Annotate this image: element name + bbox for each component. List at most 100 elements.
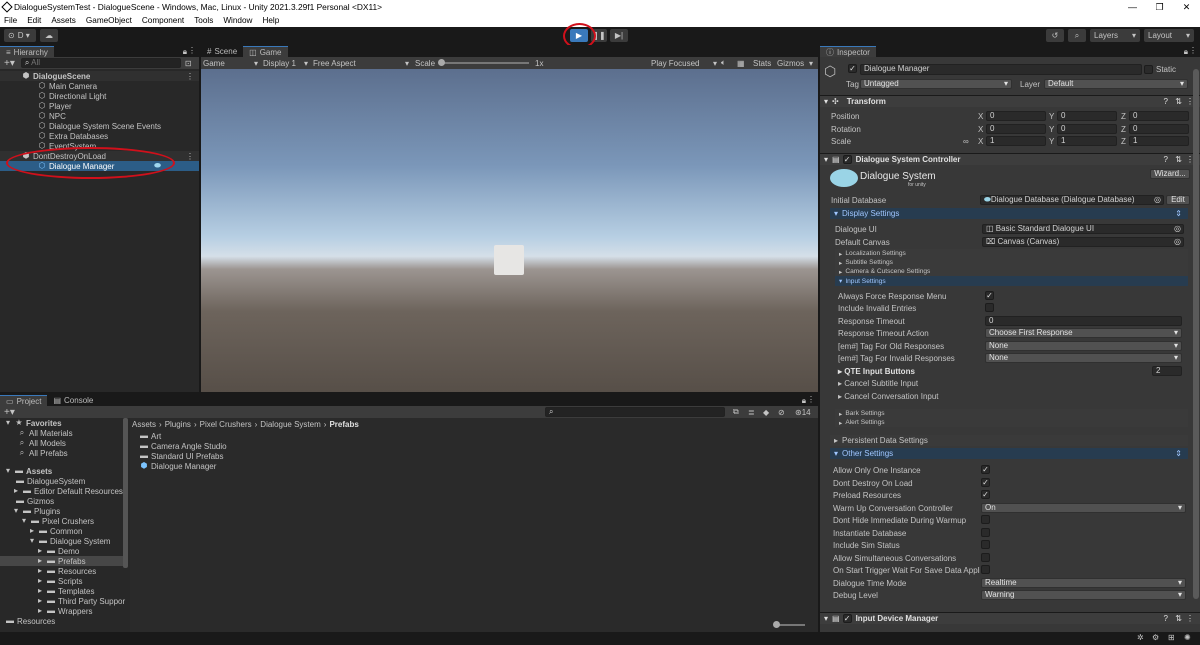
tree-common[interactable]: ▸ ▬ Common <box>0 526 128 536</box>
dsc-header[interactable]: ▾ ▤ ✓ Dialogue System Controller ? ⇅ ⋮ <box>820 153 1200 165</box>
tree-gizmos[interactable]: ▬ Gizmos <box>0 496 128 506</box>
gizmo-icon[interactable]: ⚙ <box>1152 633 1159 642</box>
tree-all-models[interactable]: ⌕ All Models <box>0 438 128 448</box>
on-start-checkbox[interactable] <box>981 565 990 574</box>
allow-sim-checkbox[interactable] <box>981 553 990 562</box>
hierarchy-search-input[interactable]: ⌕ All <box>20 58 181 68</box>
menu-edit[interactable]: Edit <box>27 16 41 25</box>
kebab-menu-icon[interactable]: ⋮ <box>188 46 196 55</box>
menu-component[interactable]: Component <box>142 16 184 25</box>
gizmos-dropdown[interactable]: Gizmos ▾ <box>777 59 813 68</box>
layout-grid-icon[interactable]: ▦ <box>737 59 745 68</box>
tab-scene[interactable]: # Scene <box>201 46 243 57</box>
idm-enabled-checkbox[interactable]: ✓ <box>842 614 852 623</box>
breadcrumb-dialogue-system[interactable]: Dialogue System <box>260 420 320 429</box>
lock-icon[interactable]: 🔒︎ <box>802 396 806 406</box>
kebab-menu-icon[interactable]: ⋮ <box>186 72 194 81</box>
tree-all-prefabs[interactable]: ⌕ All Prefabs <box>0 448 128 458</box>
breadcrumb-prefabs[interactable]: Prefabs <box>329 420 358 429</box>
display-select[interactable]: Display 1 ▾ <box>263 59 308 68</box>
close-button[interactable]: ✕ <box>1173 0 1200 14</box>
menu-assets[interactable]: Assets <box>51 16 76 25</box>
display-settings-header[interactable]: ▾ Display Settings ⇕ <box>830 208 1188 219</box>
add-button[interactable]: +▾ <box>4 58 15 69</box>
kebab-menu-icon[interactable]: ⋮ <box>807 395 815 404</box>
tree-pixel-crushers[interactable]: ▾ ▬ Pixel Crushers <box>0 516 128 526</box>
tag-old-dropdown[interactable]: None ▾ <box>985 341 1182 351</box>
qte-label[interactable]: ▸ QTE Input Buttons <box>838 367 915 376</box>
file-standard-ui-prefabs[interactable]: ▬ Standard UI Prefabs <box>130 451 818 461</box>
kebab-menu-icon[interactable]: ⋮ <box>1186 614 1194 623</box>
active-checkbox[interactable]: ✓ <box>848 64 857 73</box>
stats-button[interactable]: Stats <box>753 59 771 68</box>
target-icon[interactable]: ◎ <box>1174 238 1181 246</box>
aspect-select[interactable]: Free Aspect ▾ <box>313 59 409 68</box>
include-sim-checkbox[interactable] <box>981 540 990 549</box>
tag-dropdown[interactable]: Untagged ▾ <box>860 79 1012 89</box>
input-device-manager-header[interactable]: ▾ ▤ ✓ Input Device Manager ? ⇅ ⋮ <box>820 612 1200 624</box>
tree-item-directional-light[interactable]: ⬡ Directional Light <box>0 91 199 101</box>
tree-dialoguesystem[interactable]: ▬ DialogueSystem <box>0 476 128 486</box>
camera-settings-header[interactable]: ▸ Camera & Cutscene Settings <box>835 267 1188 276</box>
cancel-subtitle-label[interactable]: ▸ Cancel Subtitle Input <box>838 379 918 388</box>
play-focused-select[interactable]: Play Focused ▾ <box>651 59 717 68</box>
tree-assets[interactable]: ▾ ▬ Assets <box>0 466 128 476</box>
breadcrumb-pixel-crushers[interactable]: Pixel Crushers <box>200 420 252 429</box>
game-view-select[interactable]: Game ▾ <box>203 59 258 68</box>
tree-plugins[interactable]: ▾ ▬ Plugins <box>0 506 128 516</box>
default-canvas-field[interactable]: ⌧ Canvas (Canvas) ◎ <box>982 237 1184 247</box>
preset-icon[interactable]: ⇅ <box>1175 97 1182 106</box>
kebab-menu-icon[interactable]: ⋮ <box>1189 46 1197 55</box>
layout-dropdown[interactable]: Layout ▾ <box>1144 29 1194 42</box>
menu-file[interactable]: File <box>4 16 17 25</box>
reorder-icon[interactable]: ⇕ <box>1175 209 1182 218</box>
cloud-button[interactable]: ☁ <box>40 29 58 42</box>
subtitle-settings-header[interactable]: ▸ Subtitle Settings <box>835 258 1188 267</box>
reorder-icon[interactable]: ⇕ <box>1175 449 1182 458</box>
position-y-field[interactable]: 0 <box>1057 111 1117 121</box>
allow-one-checkbox[interactable]: ✓ <box>981 465 990 474</box>
breadcrumb-plugins[interactable]: Plugins <box>165 420 191 429</box>
minimize-button[interactable]: — <box>1119 0 1146 14</box>
localization-settings-header[interactable]: ▸ Localization Settings <box>835 249 1188 258</box>
tree-all-materials[interactable]: ⌕ All Materials <box>0 428 128 438</box>
edit-button[interactable]: Edit <box>1166 195 1190 205</box>
spinner-icon[interactable]: ✺ <box>1184 633 1191 642</box>
persistent-data-header[interactable]: ▸ Persistent Data Settings <box>830 435 1188 446</box>
preset-icon[interactable]: ⇅ <box>1175 155 1182 164</box>
position-z-field[interactable]: 0 <box>1129 111 1189 121</box>
tree-demo[interactable]: ▸ ▬ Demo <box>0 546 128 556</box>
scale-y-field[interactable]: 1 <box>1057 136 1117 146</box>
transform-header[interactable]: ▾ ✣ Transform ? ⇅ ⋮ <box>820 95 1200 107</box>
target-icon[interactable]: ◎ <box>1174 225 1181 233</box>
tree-editor-default-resources[interactable]: ▸ ▬ Editor Default Resources <box>0 486 128 496</box>
link-icon[interactable]: ∞ <box>963 137 969 146</box>
scrollbar[interactable] <box>123 418 128 568</box>
tree-item-player[interactable]: ⬡ Player <box>0 101 199 111</box>
tab-game[interactable]: ◫ Game <box>243 46 288 57</box>
time-mode-dropdown[interactable]: Realtime ▾ <box>981 578 1186 588</box>
initial-db-field[interactable]: ⬬Dialogue Database (Dialogue Database) ◎ <box>980 195 1164 205</box>
bark-settings-header[interactable]: ▸ Bark Settings <box>835 409 1188 418</box>
tree-third-party-support[interactable]: ▸ ▬ Third Party Suppor <box>0 596 128 606</box>
tree-item-dialoguescene[interactable]: ⬢ DialogueScene ⋮ <box>0 71 199 81</box>
visibility-icon[interactable]: ⊘ <box>778 408 785 417</box>
qte-count-field[interactable]: 2 <box>1152 366 1182 376</box>
preload-checkbox[interactable]: ✓ <box>981 490 990 499</box>
history-button[interactable]: ↺ <box>1046 29 1064 42</box>
help-icon[interactable]: ? <box>1164 614 1168 623</box>
help-icon[interactable]: ? <box>1164 155 1168 164</box>
tree-item-scene-events[interactable]: ⬡ Dialogue System Scene Events <box>0 121 199 131</box>
scale-z-field[interactable]: 1 <box>1129 136 1189 146</box>
tree-prefabs[interactable]: ▸ ▬ Prefabs <box>0 556 128 566</box>
dsc-enabled-checkbox[interactable]: ✓ <box>842 155 852 164</box>
maximize-button[interactable]: ❐ <box>1146 0 1173 14</box>
file-camera-angle-studio[interactable]: ▬ Camera Angle Studio <box>130 441 818 451</box>
tab-project[interactable]: ▭ Project <box>0 395 48 406</box>
tree-item-main-camera[interactable]: ⬡ Main Camera <box>0 81 199 91</box>
position-x-field[interactable]: 0 <box>986 111 1046 121</box>
tab-hierarchy[interactable]: ≡ Hierarchy <box>0 46 54 57</box>
step-button[interactable]: ▶| <box>610 29 628 42</box>
wizard-button[interactable]: Wizard... <box>1150 169 1190 179</box>
dont-destroy-checkbox[interactable]: ✓ <box>981 478 990 487</box>
